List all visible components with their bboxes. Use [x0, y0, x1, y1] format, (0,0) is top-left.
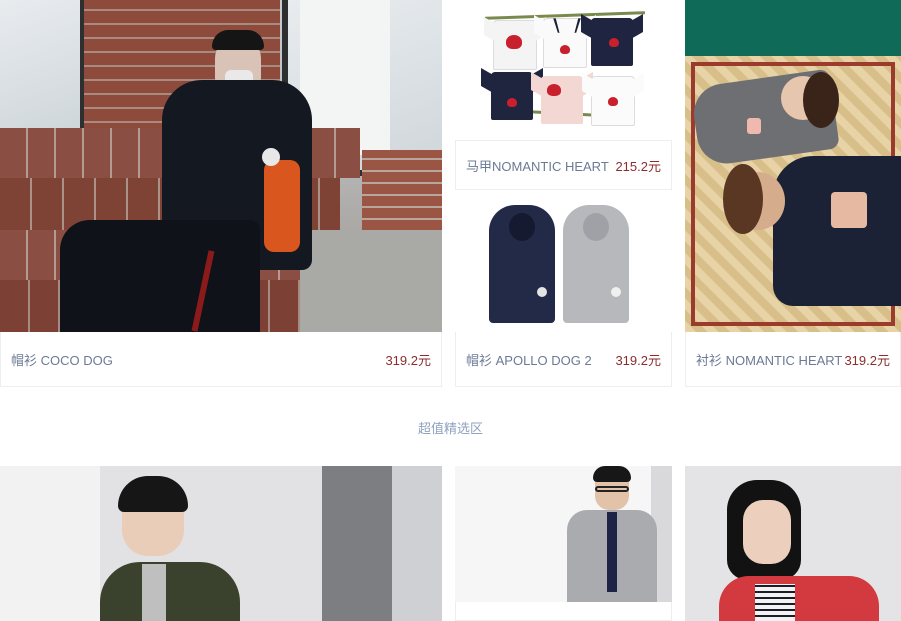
section-title-value-picks[interactable]: 超值精选区 — [0, 418, 901, 437]
product-name[interactable]: 帽衫 APOLLO DOG 2 — [466, 350, 592, 369]
product-price: 319.2元 — [385, 352, 431, 368]
product-name[interactable]: 马甲NOMANTIC HEART — [466, 156, 609, 175]
product-name[interactable]: 帽衫 COCO DOG — [11, 350, 113, 369]
product-image-coco-dog[interactable] — [0, 0, 442, 332]
product-card-nomantic-heart-vest[interactable]: 马甲NOMANTIC HEART 215.2元 — [455, 140, 672, 190]
product-card-apollo-dog-2[interactable]: 帽衫 APOLLO DOG 2 319.2元 — [455, 332, 672, 387]
product-image-grey-shirt[interactable] — [455, 466, 672, 602]
product-name[interactable]: 衬衫 NOMANTIC HEART — [696, 350, 842, 369]
product-card-nomantic-heart-shirt[interactable]: 衬衫 NOMANTIC HEART 319.2元 — [685, 332, 901, 387]
product-image-apollo-dog-2[interactable] — [455, 195, 672, 332]
product-image-nomantic-heart-shirt[interactable] — [685, 0, 901, 332]
product-price: 319.2元 — [615, 352, 661, 368]
product-image-nomantic-heart-vest[interactable] — [455, 0, 672, 140]
product-price: 319.2元 — [844, 352, 890, 368]
product-price: 215.2元 — [615, 158, 661, 174]
product-card-coco-dog[interactable]: 帽衫 COCO DOG 319.2元 — [0, 332, 442, 387]
product-image-green-jacket[interactable] — [0, 466, 442, 621]
product-image-red-jacket[interactable] — [685, 466, 901, 621]
product-card-grey-shirt[interactable] — [455, 602, 672, 621]
